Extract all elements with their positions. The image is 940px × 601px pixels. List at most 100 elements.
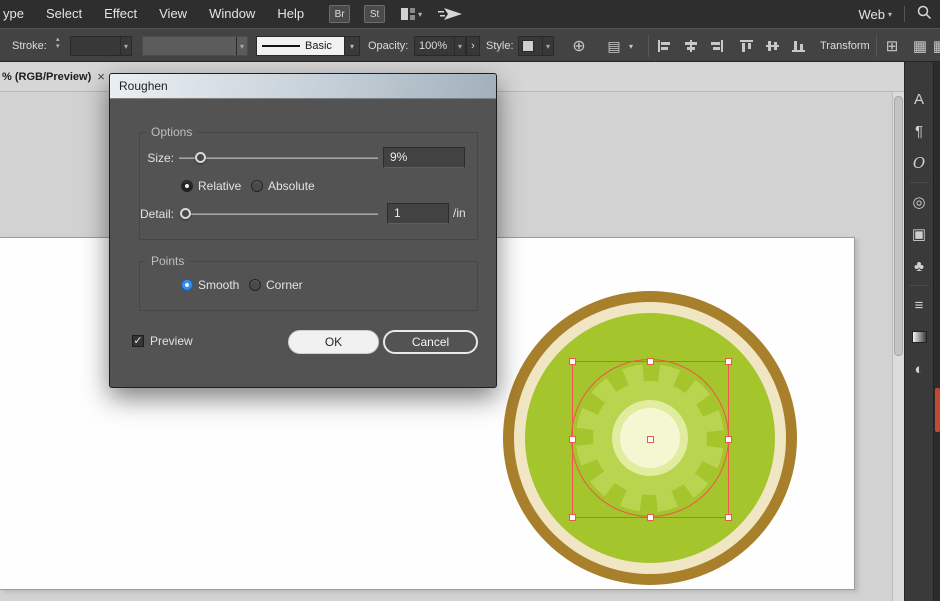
menu-effect[interactable]: Effect [93,0,148,28]
brush-preview: Basic [257,37,344,55]
size-label: Size: [138,151,174,165]
points-group-label: Points [146,254,189,268]
opacity-value: 100% [419,40,447,52]
selection-handle[interactable] [725,436,732,443]
chevron-down-icon: ▾ [454,37,465,55]
transform-panel-icon[interactable]: ⊞ [882,29,902,63]
stroke-weight-dropdown[interactable]: ▾ [70,36,132,56]
selection-handle[interactable] [569,436,576,443]
stroke-panel-icon[interactable]: ≡ [906,292,932,318]
align-top-icon[interactable] [737,29,755,63]
chevron-down-icon: ▾ [888,10,892,19]
detail-slider-handle[interactable] [180,208,191,219]
stroke-stepper[interactable]: ▴ ▾ [56,36,60,50]
arrange-documents-glyph [401,8,415,20]
stock-icon[interactable]: St [364,5,385,23]
scrollbar-thumb[interactable] [894,96,903,356]
selection-handle[interactable] [725,358,732,365]
dock-scrollbar-thumb[interactable] [935,388,940,432]
bridge-icon[interactable]: Br [329,5,350,23]
detail-unit-label: /in [453,206,466,220]
size-slider-handle[interactable] [195,152,206,163]
stepper-up-icon[interactable]: ▴ [56,36,60,43]
brush-stroke-preview [262,45,300,47]
opentype-panel-icon[interactable]: O [906,150,932,176]
smooth-radio-label[interactable]: Smooth [198,278,239,292]
pathfinder-panel-icon[interactable]: ▦ [910,29,930,63]
graphic-styles-panel-icon[interactable]: ▣ [906,221,932,247]
gradient-panel-icon[interactable] [906,324,932,350]
document-tab-title[interactable]: % (RGB/Preview) [2,71,91,83]
dock-divider [909,182,929,183]
share-icon[interactable] [438,7,462,21]
menu-bar: ype Select Effect View Window Help Br St… [0,0,940,28]
menu-type[interactable]: ype [0,0,35,28]
align-middle-vertical-icon[interactable] [763,29,781,63]
color-panel-icon[interactable]: ◐ [906,356,932,382]
absolute-radio-label[interactable]: Absolute [268,179,315,193]
align-left-icon[interactable] [655,29,673,63]
preview-checkbox[interactable] [132,335,144,347]
opacity-dropdown[interactable]: 100% ▾ [414,36,466,56]
recolor-artwork-icon[interactable]: ⊕ [568,29,590,63]
selection-center-handle[interactable] [647,436,654,443]
close-tab-icon[interactable]: × [97,69,105,84]
menu-view[interactable]: View [148,0,198,28]
detail-label: Detail: [132,207,174,221]
size-slider-track[interactable] [179,157,378,159]
corner-radio[interactable] [249,279,261,291]
clipped-toolbar-icon[interactable]: ▦ [934,29,940,63]
ok-button[interactable]: OK [288,330,379,354]
corner-radio-label[interactable]: Corner [266,278,303,292]
smooth-radio[interactable] [181,279,193,291]
size-value: 9% [390,150,407,164]
dialog-title-bar[interactable]: Roughen [110,74,496,99]
paragraph-panel-icon[interactable]: ¶ [906,118,932,144]
preview-checkbox-label[interactable]: Preview [150,334,193,348]
selection-handle[interactable] [725,514,732,521]
canvas-vertical-scrollbar[interactable] [892,92,904,601]
size-value-field[interactable]: 9% [383,147,465,168]
options-group-label: Options [146,125,197,139]
cancel-button[interactable]: Cancel [383,330,478,354]
selection-handle[interactable] [569,514,576,521]
brush-definition-dropdown[interactable]: Basic ▾ [256,36,360,56]
chevron-down-icon: ▾ [344,37,359,55]
appearance-panel-icon[interactable]: ◎ [906,189,932,215]
absolute-radio[interactable] [251,180,263,192]
style-dropdown[interactable]: ▾ [518,36,554,56]
stroke-label: Stroke: [12,29,47,63]
detail-value-field[interactable]: 1 [387,203,449,224]
chevron-down-icon[interactable]: ▾ [626,29,636,63]
stepper-down-icon[interactable]: ▾ [56,43,60,50]
selection-handle[interactable] [569,358,576,365]
chevron-down-icon: ▾ [418,10,422,19]
arrange-documents-icon[interactable]: ▾ [401,8,422,20]
chevron-down-icon: ▾ [120,37,131,55]
menu-select[interactable]: Select [35,0,93,28]
align-bottom-icon[interactable] [789,29,807,63]
align-center-horizontal-icon[interactable] [681,29,699,63]
character-panel-icon[interactable]: A [906,86,932,112]
detail-value: 1 [394,206,401,220]
selection-handle[interactable] [647,514,654,521]
relative-radio-label[interactable]: Relative [198,179,241,193]
variable-width-dropdown[interactable]: ▾ [142,36,248,56]
document-setup-icon[interactable]: ▤ [604,29,624,63]
menu-window[interactable]: Window [198,0,266,28]
gradient-glyph [912,331,927,343]
dock-scrollbar[interactable] [933,62,940,601]
right-panel-dock: A ¶ O ◎ ▣ ♣ ≡ ◐ [904,62,940,601]
transform-label[interactable]: Transform [820,29,870,63]
symbols-panel-icon[interactable]: ♣ [906,253,932,279]
menu-help[interactable]: Help [266,0,315,28]
relative-radio[interactable] [181,180,193,192]
selection-bounding-box[interactable] [572,361,729,518]
panel-icon-column: A ¶ O ◎ ▣ ♣ ≡ ◐ [905,62,933,382]
opacity-expand-button[interactable]: › [466,36,480,56]
selection-handle[interactable] [647,358,654,365]
detail-slider-track[interactable] [181,213,378,215]
align-right-icon[interactable] [707,29,725,63]
search-icon[interactable] [917,5,932,23]
workspace-switcher[interactable]: Web [858,7,885,22]
